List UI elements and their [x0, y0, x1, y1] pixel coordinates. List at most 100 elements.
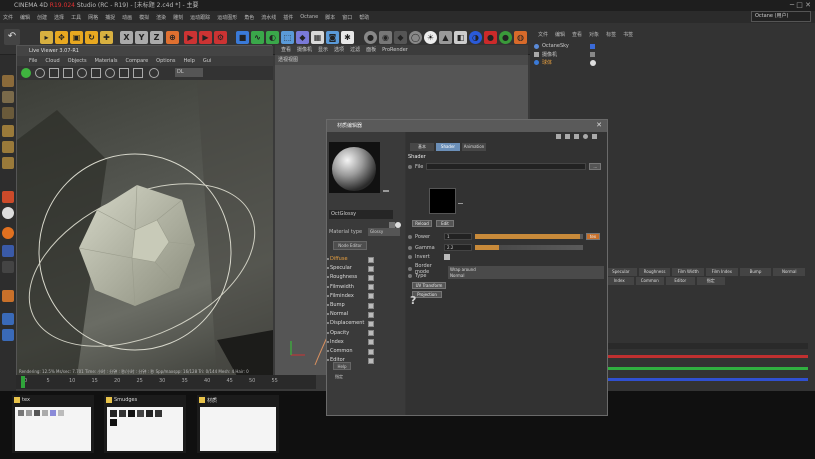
- octane-light-icon[interactable]: ◆: [394, 31, 407, 44]
- gamma-slider[interactable]: [475, 245, 583, 250]
- channel-checkbox[interactable]: [368, 284, 374, 291]
- timeline-playhead[interactable]: [21, 376, 25, 388]
- menu-item[interactable]: 角色: [244, 14, 254, 21]
- keyframe-dot-icon[interactable]: [408, 245, 412, 250]
- menu-item[interactable]: 模拟: [139, 14, 149, 21]
- viewer-menu-item[interactable]: Materials: [95, 56, 118, 66]
- help-button[interactable]: Help: [333, 362, 351, 370]
- tag-icon[interactable]: [590, 52, 595, 57]
- tab-bump[interactable]: Bump: [739, 268, 772, 276]
- menu-item[interactable]: 捕捉: [105, 14, 115, 21]
- back-icon[interactable]: [556, 134, 561, 139]
- file-path-field[interactable]: [426, 163, 587, 170]
- octane-red-icon[interactable]: ●: [484, 31, 497, 44]
- taskbar-thumb-tex[interactable]: tex: [12, 395, 94, 453]
- polygons-mode-icon[interactable]: [2, 157, 14, 169]
- y-axis-icon[interactable]: Y: [135, 31, 148, 44]
- tab-film-width[interactable]: Film Width: [672, 268, 705, 276]
- up-icon[interactable]: [565, 134, 570, 139]
- spline-icon[interactable]: ∿: [251, 31, 264, 44]
- tag-icon[interactable]: [590, 44, 595, 49]
- channel-checkbox[interactable]: [368, 357, 374, 364]
- material-type-select[interactable]: Glossy: [368, 228, 400, 236]
- menu-item[interactable]: 窗口: [342, 14, 352, 21]
- viewport-menu-item[interactable]: 选项: [334, 45, 344, 55]
- octane-green-icon[interactable]: ●: [499, 31, 512, 44]
- keyframe-dot-icon[interactable]: [408, 164, 412, 169]
- psr-icon[interactable]: [2, 261, 14, 273]
- deformer-icon[interactable]: ◆: [296, 31, 309, 44]
- render-preview[interactable]: [17, 80, 273, 376]
- lock-view-icon[interactable]: [91, 68, 101, 78]
- viewer-menu-item[interactable]: Objects: [68, 56, 87, 66]
- z-axis-icon[interactable]: Z: [150, 31, 163, 44]
- octane-sphere-icon[interactable]: ●: [364, 31, 377, 44]
- tab-editor[interactable]: Editor: [666, 277, 695, 285]
- viewer-menu-item[interactable]: File: [29, 56, 37, 66]
- taskbar-thumb-material[interactable]: 材质: [197, 395, 279, 453]
- settings-icon[interactable]: [583, 134, 588, 139]
- invert-checkbox[interactable]: [444, 254, 450, 260]
- menu-item[interactable]: 网格: [88, 14, 98, 21]
- edges-mode-icon[interactable]: [2, 141, 14, 153]
- nurbs-icon[interactable]: ◐: [266, 31, 279, 44]
- stop-icon[interactable]: [49, 68, 59, 78]
- render-settings-icon[interactable]: ⚙: [214, 31, 227, 44]
- menu-item[interactable]: 雕刻: [173, 14, 183, 21]
- tab-film-index[interactable]: Film Index: [706, 268, 738, 276]
- octane-cube-icon[interactable]: ◧: [454, 31, 467, 44]
- ra-icon[interactable]: [2, 245, 14, 257]
- settings-icon[interactable]: [77, 68, 87, 78]
- octane-tex-icon[interactable]: ▲: [439, 31, 452, 44]
- camera-icon[interactable]: ◙: [326, 31, 339, 44]
- solo-icon[interactable]: [2, 191, 14, 203]
- scene-icon[interactable]: ▦: [311, 31, 324, 44]
- viewport-menu-item[interactable]: 显示: [318, 45, 328, 55]
- object-row[interactable]: 摄像机: [534, 51, 557, 58]
- object-menu-item[interactable]: 标签: [606, 30, 616, 40]
- lock-icon[interactable]: [2, 313, 14, 325]
- dollar-icon[interactable]: [2, 227, 14, 239]
- rotate-icon[interactable]: ↻: [85, 31, 98, 44]
- tab-assign[interactable]: 指定: [696, 277, 725, 285]
- viewer-menu-item[interactable]: Help: [183, 56, 194, 66]
- material-tag-icon[interactable]: [590, 60, 596, 66]
- viewport-menu-item[interactable]: 查看: [281, 45, 291, 55]
- channel-checkbox[interactable]: [368, 339, 374, 346]
- viewport-menu-item[interactable]: 过滤: [350, 45, 360, 55]
- x-axis-icon[interactable]: X: [120, 31, 133, 44]
- channel-checkbox[interactable]: [368, 302, 374, 309]
- channel-checkbox[interactable]: [368, 256, 374, 263]
- channel-checkbox[interactable]: [368, 293, 374, 300]
- gui-select[interactable]: DL: [175, 68, 203, 77]
- menu-item[interactable]: 动画: [122, 14, 132, 21]
- points-mode-icon[interactable]: [2, 125, 14, 137]
- tab-normal[interactable]: Normal: [773, 268, 806, 276]
- object-menu-item[interactable]: 编辑: [555, 30, 565, 40]
- channel-checkbox[interactable]: [368, 320, 374, 327]
- tab-shader[interactable]: Shader: [436, 143, 460, 151]
- render-start-icon[interactable]: [21, 68, 31, 78]
- coord-system-icon[interactable]: ⊕: [166, 31, 179, 44]
- timeline-ruler[interactable]: 0 5 10 15 20 25 30 35 40 45 50 55: [16, 375, 316, 389]
- keyframe-dot-icon[interactable]: [408, 255, 412, 259]
- menu-item[interactable]: 运动跟踪: [190, 14, 210, 21]
- texture-preview-expand[interactable]: [458, 203, 463, 204]
- octane-blue-icon[interactable]: ◑: [469, 31, 482, 44]
- sculpt-icon[interactable]: [2, 329, 14, 341]
- menu-item[interactable]: 文件: [3, 14, 13, 21]
- menu-item[interactable]: 选择: [54, 14, 64, 21]
- channel-checkbox[interactable]: [368, 348, 374, 355]
- array-icon[interactable]: ⬚: [281, 31, 294, 44]
- menu-item[interactable]: 插件: [283, 14, 293, 21]
- reload-button[interactable]: Reload: [412, 220, 432, 227]
- viewport-menu-item[interactable]: 摄像机: [297, 45, 312, 55]
- cube-icon[interactable]: ■: [236, 31, 249, 44]
- render-view-icon[interactable]: ▶: [184, 31, 197, 44]
- channel-checkbox[interactable]: [368, 330, 374, 337]
- preview-expand-icon[interactable]: [383, 190, 389, 192]
- power-field[interactable]: 1: [444, 233, 472, 240]
- menu-item[interactable]: 帮助: [359, 14, 369, 21]
- keyframe-dot-icon[interactable]: [408, 273, 412, 278]
- move-icon[interactable]: ✥: [55, 31, 68, 44]
